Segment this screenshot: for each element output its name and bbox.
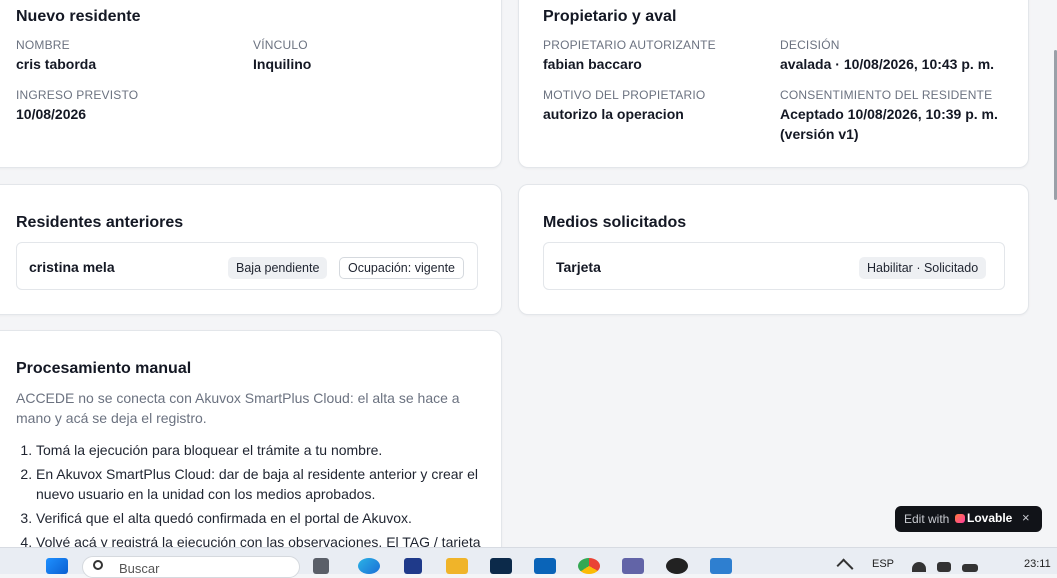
app-icon[interactable] — [710, 558, 732, 574]
teams-icon[interactable] — [622, 558, 644, 574]
battery-icon[interactable] — [962, 564, 978, 572]
nombre-value: cris taborda — [16, 56, 97, 72]
list-item: Tarjeta Habilitar · Solicitado — [543, 242, 1005, 290]
consentimiento-value-line2: (versión v1) — [780, 126, 859, 142]
search-placeholder: Buscar — [119, 561, 160, 576]
consentimiento-label: CONSENTIMIENTO DEL RESIDENTE — [780, 88, 993, 102]
lovable-brand-label: Lovable — [967, 511, 1013, 525]
edit-with-label: Edit with — [904, 512, 950, 526]
nombre-label: NOMBRE — [16, 38, 70, 52]
decision-value: avalada · 10/08/2026, 10:43 p. m. — [780, 56, 995, 72]
motivo-label: MOTIVO DEL PROPIETARIO — [543, 88, 706, 102]
list-item: cristina mela Baja pendiente Ocupación: … — [16, 242, 478, 290]
status-badge: Habilitar · Solicitado — [859, 257, 987, 279]
edge-icon[interactable] — [358, 558, 380, 574]
decision-label: DECISIÓN — [780, 38, 840, 52]
taskbar: Buscar ESP 23:11 — [0, 547, 1057, 578]
ingreso-value: 10/08/2026 — [16, 106, 87, 122]
procesamiento-manual-card: Procesamiento manual ACCEDE no se conect… — [0, 330, 502, 570]
card-title: Nuevo residente — [16, 8, 141, 25]
steps-list: Tomá la ejecución para bloquear el trámi… — [16, 440, 496, 556]
search-icon — [93, 560, 103, 570]
vinculo-value: Inquilino — [253, 56, 312, 72]
language-indicator[interactable]: ESP — [872, 558, 894, 570]
resident-name: cristina mela — [29, 259, 115, 275]
residentes-anteriores-card: Residentes anteriores cristina mela Baja… — [0, 184, 502, 315]
lovable-heart-icon — [955, 514, 965, 523]
close-icon[interactable]: × — [1022, 510, 1030, 525]
search-input[interactable]: Buscar — [82, 556, 300, 578]
app-icon[interactable] — [404, 558, 422, 574]
photoshop-icon[interactable] — [490, 558, 512, 574]
nuevo-residente-card: Nuevo residente NOMBRE cris taborda VÍNC… — [0, 0, 502, 168]
chatgpt-icon[interactable] — [666, 558, 688, 574]
outlook-icon[interactable] — [534, 558, 556, 574]
file-explorer-icon[interactable] — [446, 558, 468, 574]
propietario-value: fabian baccaro — [543, 56, 642, 72]
description-line1: ACCEDE no se conecta con Akuvox SmartPlu… — [16, 390, 460, 406]
card-title: Propietario y aval — [543, 8, 677, 25]
medios-solicitados-card: Medios solicitados Tarjeta Habilitar · S… — [518, 184, 1029, 315]
propietario-label: PROPIETARIO AUTORIZANTE — [543, 38, 716, 52]
card-title: Medios solicitados — [543, 214, 687, 231]
task-view-icon[interactable] — [313, 558, 329, 574]
vinculo-label: VÍNCULO — [253, 38, 308, 52]
volume-icon[interactable] — [937, 562, 951, 572]
step-item: Tomá la ejecución para bloquear el trámi… — [36, 440, 496, 460]
step-item: Verificá que el alta quedó confirmada en… — [36, 508, 496, 528]
chrome-icon[interactable] — [578, 558, 600, 574]
consentimiento-value-line1: Aceptado 10/08/2026, 10:39 p. m. — [780, 106, 998, 122]
motivo-value: autorizo la operacion — [543, 106, 684, 122]
card-title: Procesamiento manual — [16, 360, 192, 377]
clock-time[interactable]: 23:11 — [1024, 558, 1051, 570]
status-badge: Baja pendiente — [228, 257, 328, 279]
propietario-aval-card: Propietario y aval PROPIETARIO AUTORIZAN… — [518, 0, 1029, 168]
wifi-icon[interactable] — [912, 562, 926, 572]
windows-start-icon[interactable] — [46, 558, 68, 574]
ingreso-label: INGRESO PREVISTO — [16, 88, 139, 102]
description-line2: mano y acá se deja el registro. — [16, 410, 207, 426]
edit-with-lovable-badge[interactable]: Edit with Lovable × — [895, 506, 1042, 532]
status-badge: Ocupación: vigente — [339, 257, 465, 279]
step-item: En Akuvox SmartPlus Cloud: dar de baja a… — [36, 464, 496, 504]
medio-name: Tarjeta — [556, 259, 601, 275]
card-title: Residentes anteriores — [16, 214, 184, 231]
